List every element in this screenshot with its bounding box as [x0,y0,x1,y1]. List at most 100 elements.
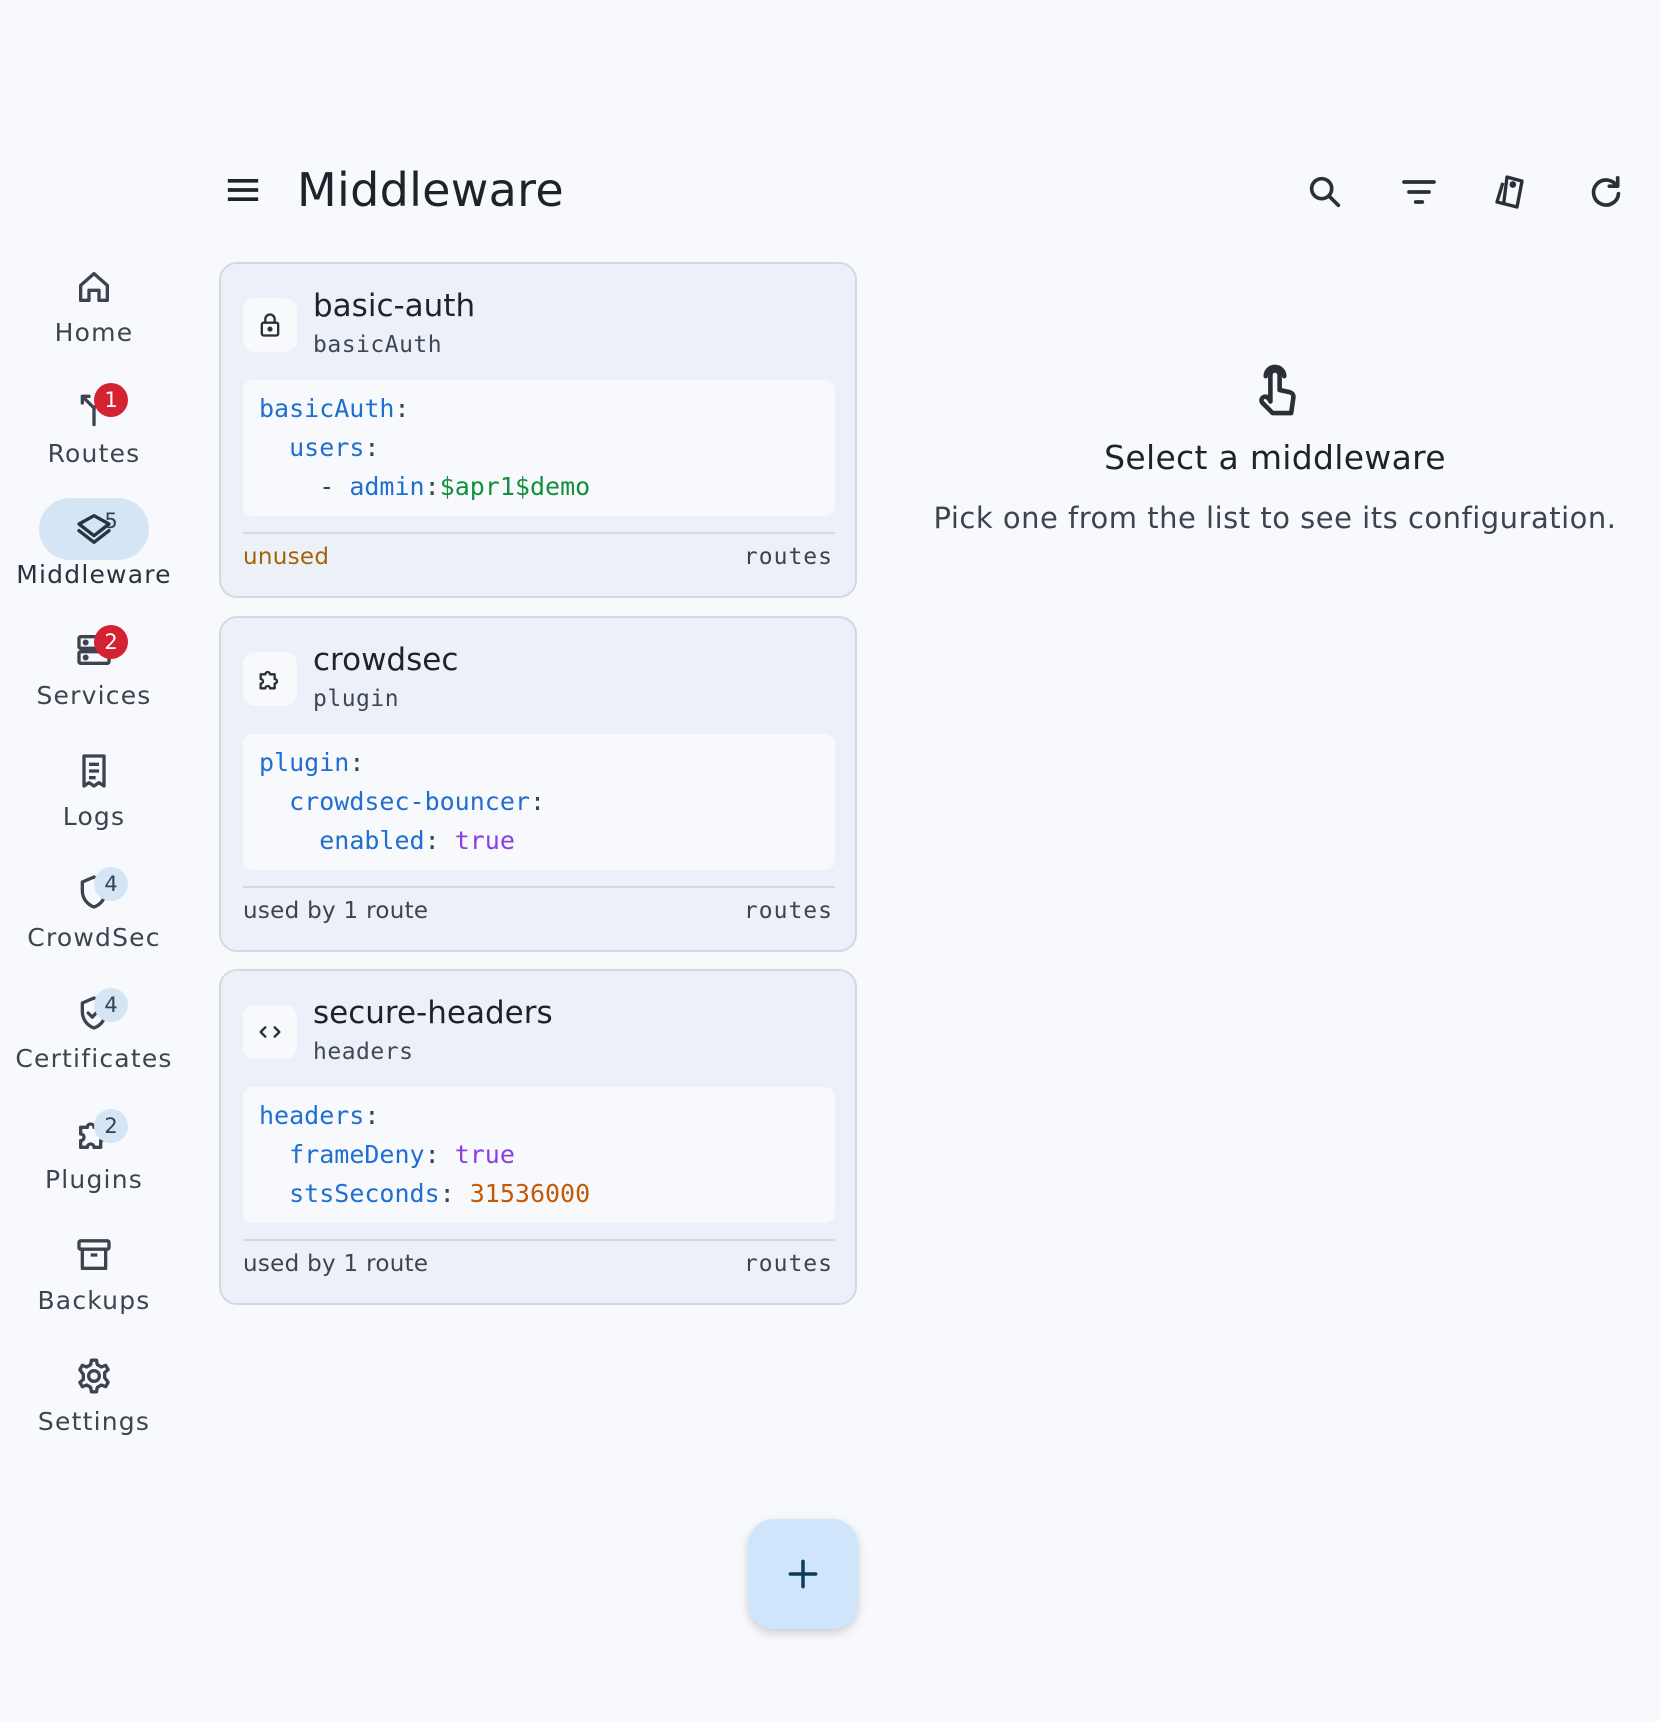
nav-item-home[interactable]: Home [0,240,188,360]
yaml-key: admin [349,472,425,501]
yaml-punct: : [424,472,440,501]
nav-badge: 4 [94,988,128,1022]
middleware-card-crowdsec[interactable]: crowdsec plugin plugin: crowdsec-bouncer… [219,616,857,952]
nav-item-crowdsec[interactable]: 4 CrowdSec [0,845,188,965]
card-name: secure-headers [313,995,553,1031]
tags-button[interactable] [1485,165,1539,219]
nav-pill [39,982,149,1044]
gear-icon [78,1358,110,1394]
search-button[interactable] [1298,165,1352,219]
yaml-key: crowdsec-bouncer [289,787,530,816]
nav-badge: 2 [94,625,128,659]
refresh-button[interactable] [1579,165,1633,219]
card-icon-box [243,1005,297,1059]
yaml-key: basicAuth [259,394,395,423]
empty-title: Select a middleware [1104,438,1446,477]
nav-badge: 1 [94,383,128,417]
usage-status: used by 1 route [243,1251,429,1277]
yaml-value: true [454,826,515,855]
yaml-key: plugin [259,748,350,777]
nav-badge: 4 [94,867,128,901]
nav-pill [39,861,149,923]
nav-label: Settings [37,1407,151,1436]
yaml-punct: : [364,1101,380,1130]
config-snippet: basicAuth: users: - admin:$apr1$demo [243,380,835,516]
archive-icon [77,1239,111,1270]
card-divider [243,886,835,888]
menu-button[interactable] [218,165,268,215]
nav-pill [39,377,149,439]
yaml-value: $apr1$demo [439,472,591,501]
card-divider [243,1239,835,1241]
filter-icon [1402,180,1436,204]
empty-detail-state: Select a middleware Pick one from the li… [920,360,1630,535]
card-name: crowdsec [313,642,459,678]
config-snippet: headers: frameDeny: true stsSeconds: 315… [243,1087,835,1223]
yaml-punct: : [349,748,365,777]
yaml-value: true [454,1140,515,1169]
yaml-punct: : [529,787,545,816]
page-title: Middleware [297,163,564,217]
middleware-card-secure-headers[interactable]: secure-headers headers headers: frameDen… [219,969,857,1305]
nav-label: Home [54,318,134,347]
nav-pill [39,256,149,318]
nav-label: Middleware [16,560,172,589]
nav-item-middleware[interactable]: 5 Middleware [0,482,188,602]
nav-item-routes[interactable]: 1 Routes [0,361,188,481]
yaml-key: frameDeny [289,1140,425,1169]
home-icon [79,272,110,302]
nav-label: Plugins [45,1165,143,1194]
code-icon [259,1026,281,1038]
card-name: basic-auth [313,288,476,324]
empty-subtitle: Pick one from the list to see its config… [933,501,1617,535]
yaml-punct: : [439,1179,470,1208]
card-type: headers [313,1039,414,1065]
nav-item-settings[interactable]: Settings [0,1329,188,1449]
nav-pill [39,1224,149,1286]
yaml-punct: : [424,1140,455,1169]
nav-label: Logs [62,802,126,831]
nav-item-backups[interactable]: Backups [0,1208,188,1328]
nav-item-logs[interactable]: Logs [0,724,188,844]
touch-icon [1259,364,1296,416]
nav-label: CrowdSec [27,923,161,952]
usage-status: unused [243,544,330,570]
yaml-punct: : [364,433,380,462]
usage-status: used by 1 route [243,898,429,924]
routes-link[interactable]: routes [744,1251,833,1277]
card-icon-box [243,298,297,352]
nav-pill [39,619,149,681]
nav-item-plugins[interactable]: 2 Plugins [0,1087,188,1207]
card-icon-box [243,652,297,706]
menu-icon [227,179,259,201]
yaml-key: enabled [319,826,425,855]
nav-badge: 2 [94,1109,128,1143]
tags-icon [1495,175,1524,209]
yaml-punct: : [424,826,455,855]
card-type: plugin [313,686,400,712]
lock-icon [260,313,280,337]
config-snippet: plugin: crowdsec-bouncer: enabled: true [243,734,835,870]
nav-label: Certificates [15,1044,173,1073]
logs-icon [82,754,106,788]
filter-button[interactable] [1392,165,1446,219]
nav-badge: 5 [104,509,118,533]
middleware-card-basic-auth[interactable]: basic-auth basicAuth basicAuth: users: -… [219,262,857,598]
routes-link[interactable]: routes [744,898,833,924]
yaml-key: headers [259,1101,365,1130]
nav-item-services[interactable]: 2 Services [0,603,188,723]
card-type: basicAuth [313,332,443,358]
nav-item-certificates[interactable]: 4 Certificates [0,966,188,1086]
puzzle-icon [259,670,279,690]
nav-label: Routes [47,439,141,468]
yaml-key: stsSeconds [289,1179,440,1208]
add-middleware-button[interactable] [748,1519,858,1629]
card-divider [243,532,835,534]
yaml-key: users [289,433,365,462]
nav-pill [39,740,149,802]
routes-link[interactable]: routes [744,544,833,570]
yaml-value: 31536000 [469,1179,591,1208]
refresh-icon [1591,176,1621,207]
nav-pill [39,498,149,560]
nav-label: Backups [37,1286,151,1315]
